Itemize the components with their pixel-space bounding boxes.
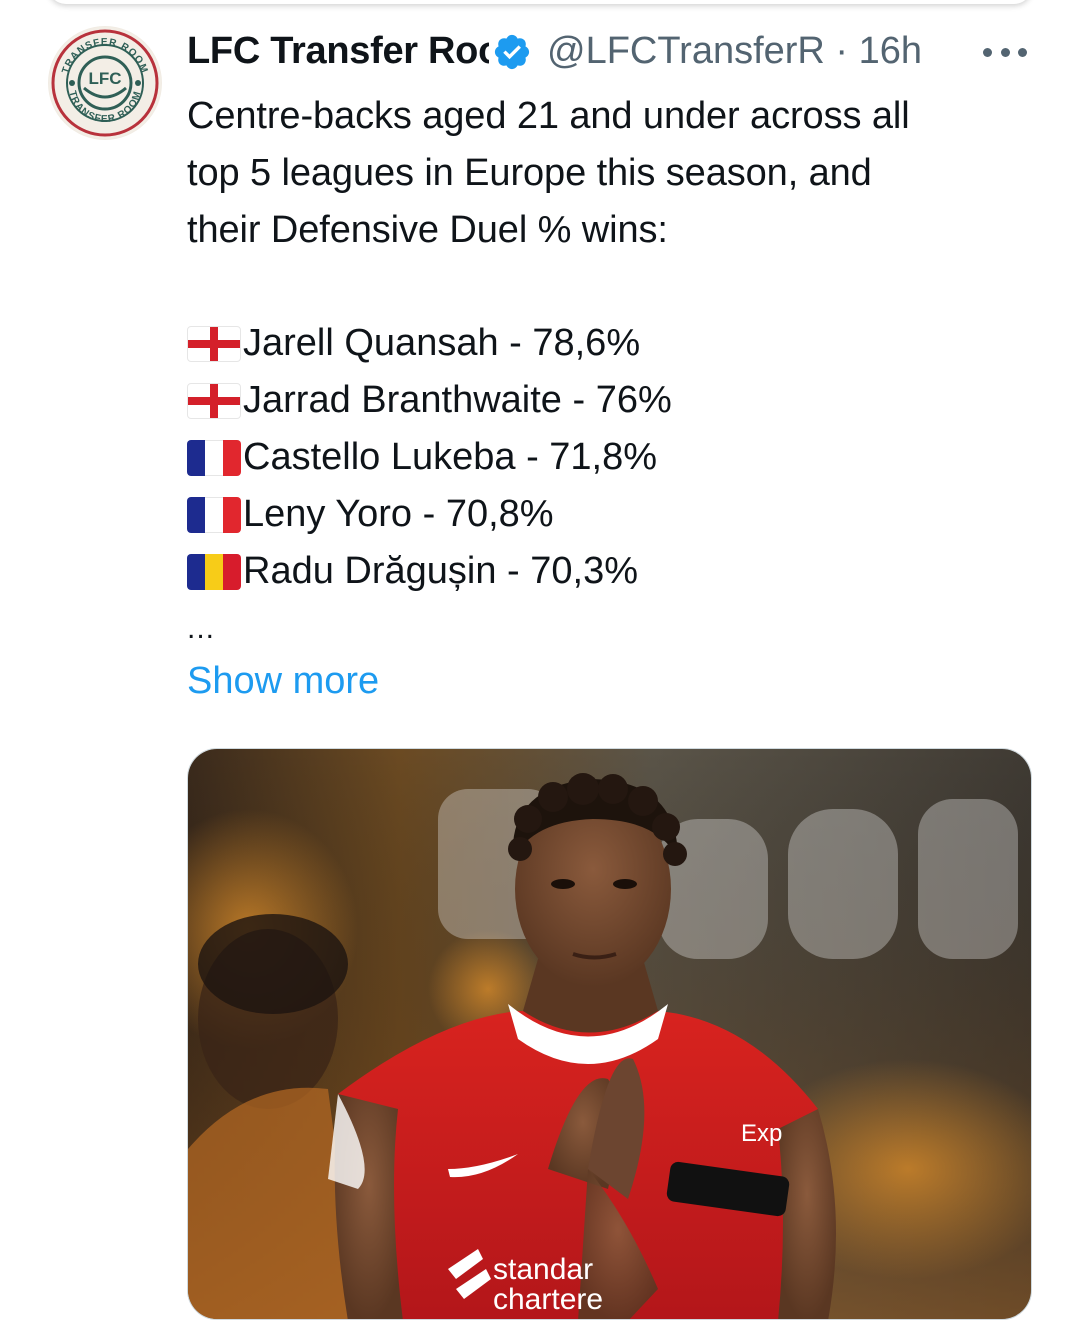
tweet-text-line: Centre-backs aged 21 and under across al… — [187, 95, 910, 137]
author-display-name[interactable]: LFC Transfer Room — [187, 30, 489, 76]
tweet-text-line: their Defensive Duel % wins: — [187, 209, 668, 251]
tweet-header: LFC Transfer Room @LFCTransferR · 16h — [187, 26, 1037, 82]
verified-badge-icon[interactable] — [492, 32, 532, 72]
player-text: Jarell Quansah - 78,6% — [243, 322, 641, 364]
england-flag-icon — [187, 382, 241, 419]
player-row: Leny Yoro - 70,8% — [187, 486, 1027, 543]
sponsor-text-1: standar — [493, 1253, 593, 1286]
sponsor-text-2: chartere — [493, 1283, 603, 1316]
player-text: Radu Drăgușin - 70,3% — [243, 550, 638, 592]
player-row: Radu Drăgușin - 70,3% — [187, 543, 1027, 600]
france-flag-icon — [187, 496, 241, 533]
more-options-icon[interactable] — [983, 40, 1027, 64]
tweet-body: Centre-backs aged 21 and under across al… — [187, 88, 1027, 259]
player-text: Jarrad Branthwaite - 76% — [243, 379, 672, 421]
author-handle[interactable]: @LFCTransferR — [547, 30, 825, 72]
player-photo: standar chartere Exp — [188, 749, 1031, 1319]
player-list: Jarell Quansah - 78,6% Jarrad Branthwait… — [187, 315, 1027, 600]
tweet-timestamp[interactable]: 16h — [859, 30, 922, 72]
separator-dot: · — [824, 30, 859, 72]
romania-flag-icon — [187, 553, 241, 590]
sleeve-sponsor-text: Exp — [741, 1120, 782, 1147]
lfc-transfer-room-logo: TRANSFER ROOM TRANSFER ROOM LFC — [49, 27, 161, 139]
france-flag-icon — [187, 439, 241, 476]
player-text: Castello Lukeba - 71,8% — [243, 436, 658, 478]
tweet-media-image[interactable]: standar chartere Exp — [187, 748, 1032, 1320]
profile-avatar[interactable]: TRANSFER ROOM TRANSFER ROOM LFC — [48, 26, 162, 140]
show-more-link[interactable]: Show more — [187, 660, 379, 703]
player-row: Jarrad Branthwaite - 76% — [187, 372, 1027, 429]
previous-tweet-card — [48, 0, 1032, 4]
truncation-ellipsis: ... — [187, 612, 216, 645]
tweet-text-line: top 5 leagues in Europe this season, and — [187, 152, 872, 194]
player-row: Castello Lukeba - 71,8% — [187, 429, 1027, 486]
svg-text:LFC: LFC — [88, 69, 121, 88]
author-handle-and-time[interactable]: @LFCTransferR · 16h — [547, 30, 922, 76]
england-flag-icon — [187, 325, 241, 362]
player-text: Leny Yoro - 70,8% — [243, 493, 554, 535]
player-row: Jarell Quansah - 78,6% — [187, 315, 1027, 372]
